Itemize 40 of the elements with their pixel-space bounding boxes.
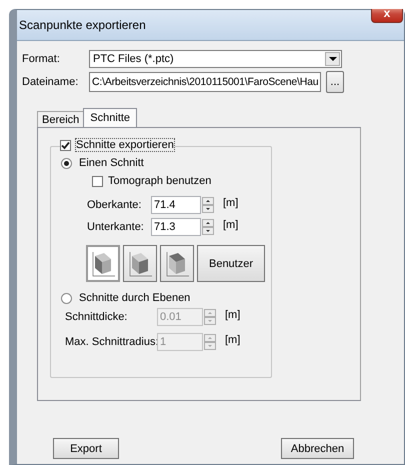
cube-icon bbox=[164, 250, 190, 278]
tab[interactable]: Bereich bbox=[37, 111, 84, 127]
field-label: Max. Schnittradius: bbox=[65, 336, 157, 348]
field-label: Schnittdicke: bbox=[65, 311, 128, 323]
field-label: Unterkante: bbox=[87, 221, 145, 233]
filename-field[interactable]: C:\Arbeitsverzeichnis\2010115001\FaroScene\Hau bbox=[89, 72, 321, 92]
number-field[interactable]: 71.4 bbox=[151, 196, 201, 214]
checkbox[interactable] bbox=[60, 140, 71, 150]
unit-label: [m] bbox=[223, 219, 238, 231]
spin-up-button[interactable] bbox=[202, 219, 214, 227]
browse-button[interactable]: ... bbox=[326, 71, 344, 93]
radio-label: Einen Schnitt bbox=[79, 157, 144, 169]
field-label: Format: bbox=[22, 53, 61, 65]
number-field[interactable]: 71.3 bbox=[151, 218, 201, 236]
cube-icon bbox=[90, 250, 116, 278]
checkbox-label: Tomograph benutzen bbox=[108, 175, 212, 187]
dialog-button[interactable]: Export bbox=[53, 438, 119, 459]
unit-label: [m] bbox=[225, 309, 240, 321]
radio-button[interactable] bbox=[61, 292, 72, 304]
field-label: Oberkante: bbox=[87, 199, 142, 211]
window-title: Scanpunkte exportieren bbox=[19, 18, 146, 32]
tab[interactable]: Schnitte bbox=[83, 108, 138, 127]
close-button[interactable]: x bbox=[371, 9, 403, 23]
view-button[interactable] bbox=[123, 245, 157, 282]
spin-up-button[interactable] bbox=[202, 197, 214, 205]
view-button[interactable] bbox=[160, 245, 194, 282]
view-button[interactable] bbox=[86, 245, 120, 282]
unit-label: [m] bbox=[225, 334, 240, 346]
unit-label: [m] bbox=[223, 197, 238, 209]
format-dropdown[interactable]: PTC Files (*.ptc) bbox=[89, 50, 342, 68]
dialog-button[interactable]: Abbrechen bbox=[281, 438, 354, 459]
cube-icon bbox=[127, 250, 153, 278]
spin-down-button[interactable] bbox=[202, 205, 214, 213]
radio-label: Schnitte durch Ebenen bbox=[79, 292, 190, 304]
field-label: Dateiname: bbox=[22, 76, 80, 88]
spin-down-button[interactable] bbox=[202, 227, 214, 235]
checkbox[interactable] bbox=[92, 176, 103, 186]
radio-button[interactable] bbox=[61, 158, 72, 168]
checkbox-label: Schnitte exportieren bbox=[76, 139, 174, 151]
custom-view-button[interactable]: Benutzer bbox=[197, 245, 265, 282]
